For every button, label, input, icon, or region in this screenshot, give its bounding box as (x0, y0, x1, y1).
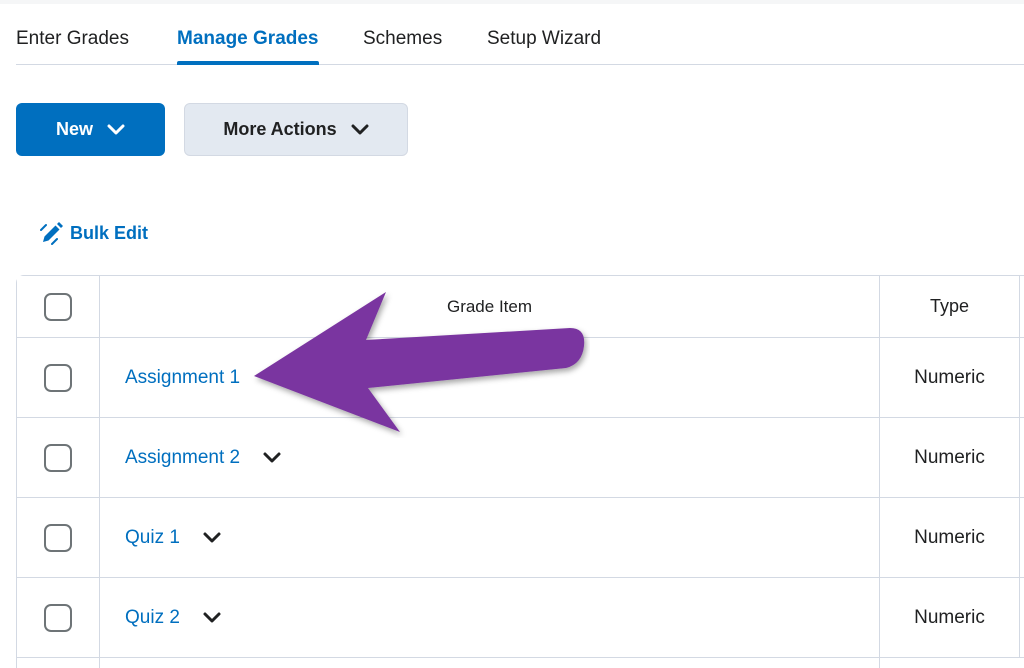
select-all-checkbox[interactable] (44, 292, 72, 321)
active-tab-indicator (177, 61, 319, 65)
select-all-cell (17, 276, 100, 337)
grade-item-link[interactable]: Quiz 2 (125, 607, 180, 629)
grade-item-column-header[interactable]: Grade Item (100, 276, 880, 337)
row-checkbox[interactable] (44, 603, 72, 632)
new-button-label: New (55, 119, 93, 139)
grade-item-link[interactable]: Quiz 1 (125, 527, 180, 549)
chevron-down-icon[interactable] (262, 451, 282, 465)
top-strip (0, 0, 1024, 4)
table-row: Quiz 2 Numeric (17, 578, 1024, 658)
tab-manage-grades[interactable]: Manage Grades (177, 28, 319, 50)
table-header-row: Grade Item Type (17, 276, 1024, 338)
table-row: Quiz 1 Numeric (17, 498, 1024, 578)
grade-item-cell: Quiz 1 (100, 498, 880, 577)
tab-enter-grades[interactable]: Enter Grades (16, 28, 129, 50)
chevron-down-icon (351, 124, 369, 134)
row-select-cell (17, 498, 100, 577)
tab-schemes[interactable]: Schemes (363, 28, 442, 50)
row-checkbox[interactable] (44, 363, 72, 392)
type-column-header[interactable]: Type (880, 276, 1020, 337)
tab-bar: Enter Grades Manage Grades Schemes Setup… (16, 20, 1024, 65)
table-row: Assignment 1 Numeric (17, 338, 1024, 418)
grade-item-cell: Quiz 2 (100, 578, 880, 657)
table-row-partial (17, 658, 1024, 668)
row-select-cell (17, 338, 100, 417)
more-actions-label: More Actions (223, 119, 337, 139)
chevron-down-icon (107, 124, 125, 134)
chevron-down-icon[interactable] (202, 611, 222, 625)
pencil-icon (40, 222, 63, 245)
grade-item-link[interactable]: Assignment 1 (125, 367, 240, 389)
new-button[interactable]: New (16, 103, 165, 156)
grade-item-cell: Assignment 1 (100, 338, 880, 417)
chevron-down-icon[interactable] (202, 531, 222, 545)
bulk-edit-button[interactable]: Bulk Edit (40, 221, 148, 245)
grade-item-cell (100, 658, 880, 668)
table-row: Assignment 2 Numeric (17, 418, 1024, 498)
more-actions-button[interactable]: More Actions (184, 103, 408, 156)
bulk-edit-label: Bulk Edit (70, 222, 149, 243)
type-cell: Numeric (880, 338, 1020, 417)
manage-grades-page: Enter Grades Manage Grades Schemes Setup… (0, 0, 1024, 668)
row-select-cell (17, 578, 100, 657)
type-cell: Numeric (880, 498, 1020, 577)
grade-item-cell: Assignment 2 (100, 418, 880, 497)
row-checkbox[interactable] (44, 523, 72, 552)
grade-items-table: Grade Item Type Assignment 1 Numeric Ass… (16, 275, 1024, 668)
type-cell: Numeric (880, 578, 1020, 657)
type-cell: Numeric (880, 418, 1020, 497)
row-select-cell (17, 418, 100, 497)
grade-item-link[interactable]: Assignment 2 (125, 447, 240, 469)
row-select-cell (17, 658, 100, 668)
row-checkbox[interactable] (44, 443, 72, 472)
tab-setup-wizard[interactable]: Setup Wizard (487, 28, 601, 50)
